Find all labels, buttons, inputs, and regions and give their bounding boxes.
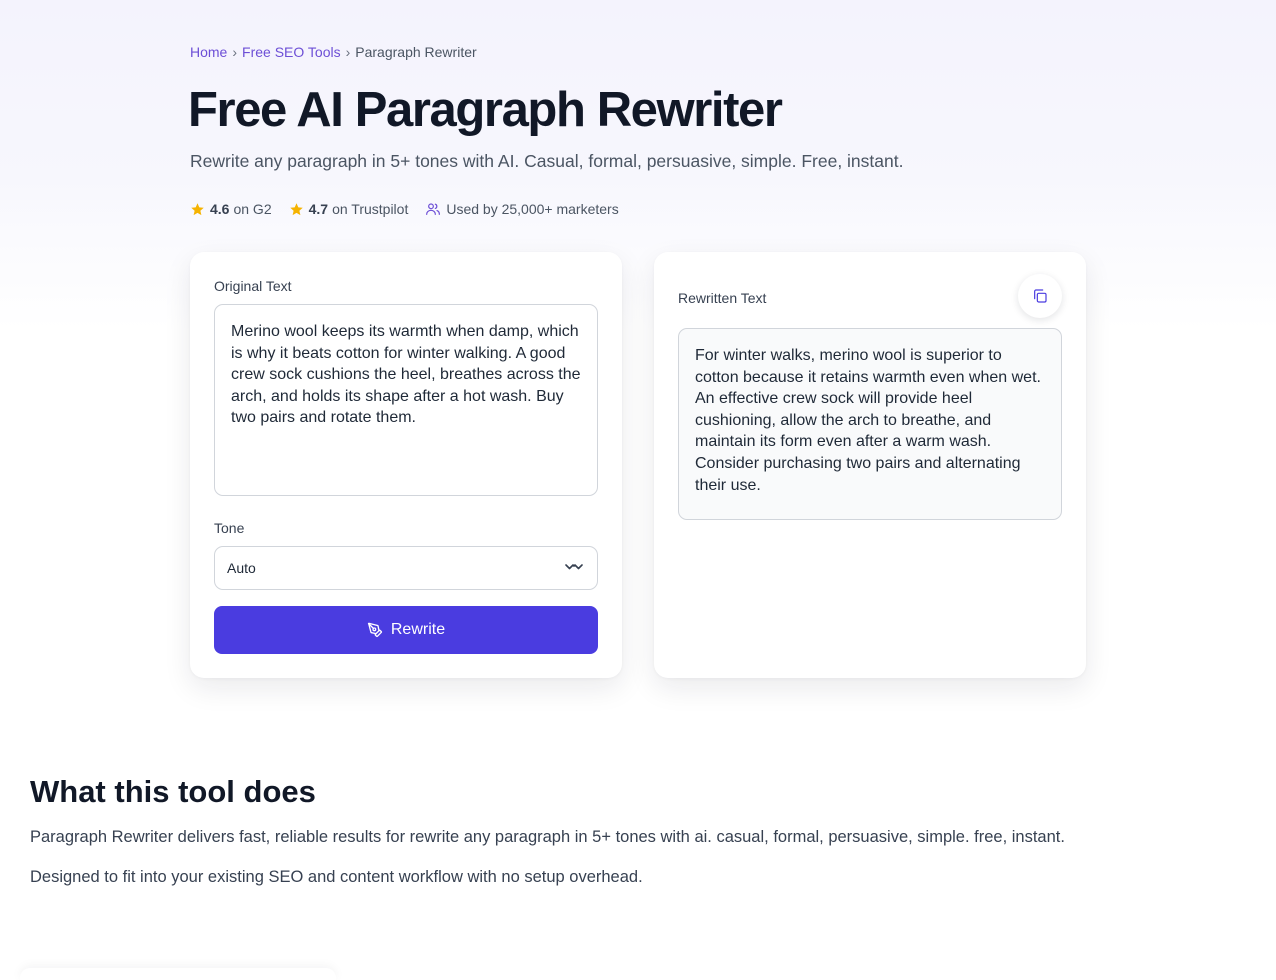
- section-title: What this tool does: [30, 774, 316, 809]
- g2-label: on G2: [233, 201, 272, 217]
- star-icon: [191, 202, 204, 215]
- copy-icon: [1034, 289, 1047, 303]
- breadcrumb: Home › Free SEO Tools › Paragraph Rewrit…: [190, 44, 477, 60]
- breadcrumb-separator: ›: [232, 44, 238, 60]
- page-title: Free AI Paragraph Rewriter: [188, 83, 783, 137]
- rating-trustpilot: 4.7 on Trustpilot: [289, 201, 409, 217]
- users-label: Used by 25,000+ marketers: [446, 201, 619, 217]
- pen-tool-icon: [367, 622, 382, 638]
- users-icon: [426, 203, 441, 215]
- rating-users: Used by 25,000+ marketers: [425, 201, 619, 217]
- tone-label: Tone: [214, 520, 245, 536]
- page-subtitle: Rewrite any paragraph in 5+ tones with A…: [190, 151, 904, 171]
- chevron-down-icon: [565, 564, 583, 570]
- tone-select[interactable]: Auto: [214, 546, 598, 590]
- about-paragraph-1: Paragraph Rewriter delivers fast, reliab…: [30, 828, 1065, 846]
- ratings-bar: 4.6 on G2 4.7 on Trustpilot Used by 25,0…: [190, 201, 636, 217]
- rating-g2: 4.6 on G2: [190, 201, 272, 217]
- breadcrumb-tools-link[interactable]: Free SEO Tools: [242, 44, 341, 60]
- trustpilot-score: 4.7: [308, 201, 329, 217]
- original-text-label: Original Text: [214, 278, 292, 294]
- breadcrumb-home-link[interactable]: Home: [190, 44, 227, 60]
- copy-button[interactable]: [1018, 274, 1062, 318]
- rewritten-text-output: For winter walks, merino wool is superio…: [678, 328, 1062, 520]
- breadcrumb-separator: ›: [345, 44, 351, 60]
- rewrite-button-label: Rewrite: [390, 621, 446, 638]
- trustpilot-label: on Trustpilot: [332, 201, 409, 217]
- breadcrumb-current: Paragraph Rewriter: [355, 44, 477, 60]
- original-text-input[interactable]: Merino wool keeps its warmth when damp, …: [214, 304, 598, 496]
- output-card: Rewritten Text For winter walks, merino …: [654, 252, 1086, 678]
- rewrite-button[interactable]: Rewrite: [214, 606, 598, 654]
- rewritten-text-label: Rewritten Text: [678, 290, 767, 306]
- g2-score: 4.6: [210, 201, 230, 217]
- about-paragraph-2: Designed to fit into your existing SEO a…: [30, 868, 643, 886]
- input-card: Original Text Merino wool keeps its warm…: [190, 252, 622, 678]
- next-card-edge: [20, 968, 336, 980]
- star-icon: [289, 202, 303, 215]
- tone-select-value: Auto: [227, 560, 256, 576]
